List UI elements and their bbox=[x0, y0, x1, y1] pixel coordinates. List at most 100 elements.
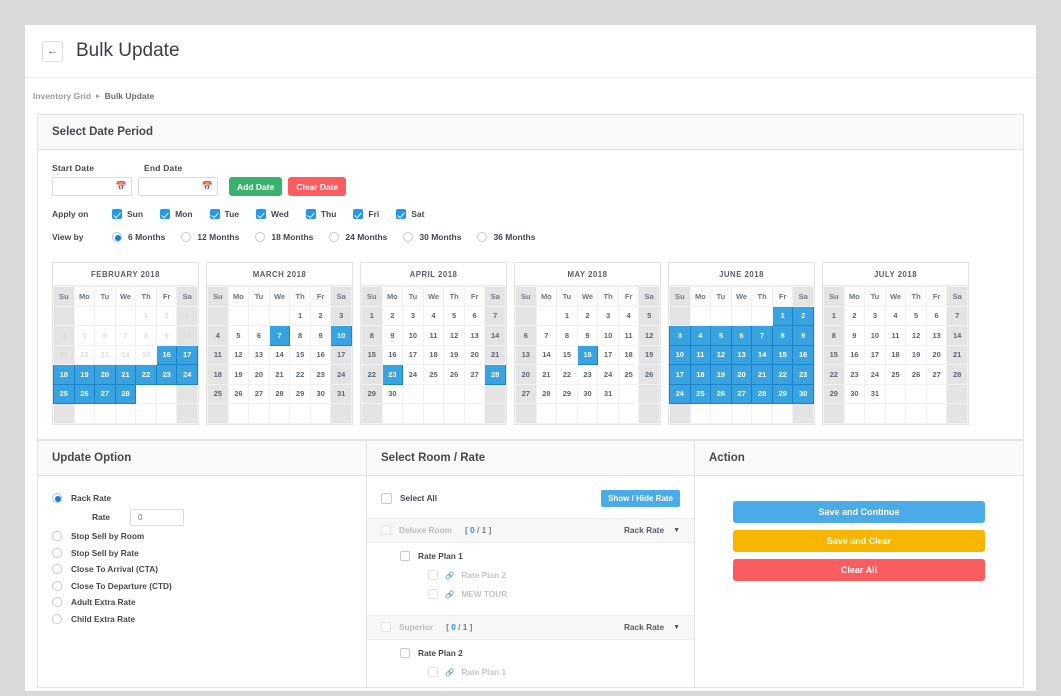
calendar-day[interactable]: 2 bbox=[792, 305, 814, 326]
calendar-day[interactable]: 18 bbox=[617, 344, 640, 365]
end-date-input[interactable]: 📅 bbox=[138, 177, 218, 196]
calendar-day[interactable]: 22 bbox=[135, 364, 157, 385]
calendar-day[interactable]: 24 bbox=[330, 364, 352, 385]
calendar-day[interactable]: 14 bbox=[946, 325, 968, 346]
view-by-option-18[interactable]: 18 Months bbox=[255, 232, 313, 242]
calendar-day[interactable]: 25 bbox=[689, 383, 712, 404]
view-by-option-36[interactable]: 36 Months bbox=[477, 232, 535, 242]
calendar-day[interactable]: 9 bbox=[155, 325, 178, 346]
day-checkbox-fri[interactable]: Fri bbox=[353, 209, 379, 219]
calendar-day[interactable]: 14 bbox=[751, 344, 773, 365]
calendar-day[interactable]: 11 bbox=[884, 325, 907, 346]
calendar-day[interactable]: 12 bbox=[905, 325, 927, 346]
calendar-day[interactable]: 8 bbox=[823, 325, 845, 346]
update-option-radio[interactable]: Close To Arrival (CTA) bbox=[52, 561, 352, 578]
calendar-day[interactable]: 24 bbox=[597, 364, 619, 385]
calendar-day[interactable]: 28 bbox=[268, 383, 291, 404]
calendar-day[interactable]: 16 bbox=[843, 344, 866, 365]
calendar-day[interactable]: 7 bbox=[535, 325, 558, 346]
calendar-day[interactable]: 9 bbox=[381, 325, 404, 346]
day-checkbox-thu[interactable]: Thu bbox=[305, 209, 336, 219]
calendar-day[interactable]: 16 bbox=[792, 344, 814, 365]
day-checkbox-mon[interactable]: Mon bbox=[160, 209, 193, 219]
show-hide-rate-button[interactable]: Show / Hide Rate bbox=[601, 489, 680, 507]
calendar-day[interactable]: 5 bbox=[443, 305, 465, 326]
calendar-day[interactable]: 19 bbox=[443, 344, 465, 365]
calendar-day[interactable]: 23 bbox=[576, 364, 599, 385]
calendar-day[interactable]: 17 bbox=[176, 344, 198, 365]
calendar-day[interactable]: 26 bbox=[710, 383, 732, 404]
update-option-radio[interactable]: Stop Sell by Room bbox=[52, 528, 352, 545]
calendar-day[interactable]: 12 bbox=[227, 344, 250, 365]
calendar-day[interactable]: 18 bbox=[53, 364, 75, 385]
room-row[interactable]: Deluxe Room [ 0 / 1 ] Rack Rate ▼ bbox=[367, 517, 694, 543]
calendar-day[interactable]: 16 bbox=[576, 344, 599, 365]
calendar-day[interactable]: 5 bbox=[638, 305, 660, 326]
update-option-radio[interactable]: Rack Rate bbox=[52, 490, 352, 507]
calendar-day[interactable]: 14 bbox=[484, 325, 506, 346]
calendar-day[interactable]: 20 bbox=[730, 364, 753, 385]
calendar-day[interactable]: 28 bbox=[114, 383, 137, 404]
start-date-input[interactable]: 📅 bbox=[52, 177, 132, 196]
calendar-day[interactable]: 23 bbox=[843, 364, 866, 385]
calendar-day[interactable]: 4 bbox=[689, 325, 712, 346]
calendar-day[interactable]: 4 bbox=[422, 305, 445, 326]
calendar-day[interactable]: 8 bbox=[556, 325, 578, 346]
calendar-day[interactable]: 19 bbox=[905, 344, 927, 365]
room-rate-dropdown[interactable]: Rack Rate ▼ bbox=[624, 525, 680, 535]
calendar-day[interactable]: 15 bbox=[361, 344, 383, 365]
calendar-day[interactable]: 13 bbox=[94, 344, 116, 365]
calendar-day[interactable]: 15 bbox=[823, 344, 845, 365]
calendar-day[interactable]: 3 bbox=[330, 305, 352, 326]
calendar-day[interactable]: 1 bbox=[289, 305, 311, 326]
calendar-day[interactable]: 13 bbox=[925, 325, 948, 346]
calendar-day[interactable]: 2 bbox=[843, 305, 866, 326]
calendar-day[interactable]: 8 bbox=[289, 325, 311, 346]
calendar-day[interactable]: 30 bbox=[309, 383, 332, 404]
calendar-day[interactable]: 2 bbox=[155, 305, 178, 326]
calendar-day[interactable]: 25 bbox=[207, 383, 229, 404]
calendar-day[interactable]: 6 bbox=[248, 325, 270, 346]
calendar-day[interactable]: 31 bbox=[597, 383, 619, 404]
calendar-day[interactable]: 12 bbox=[710, 344, 732, 365]
calendar-day[interactable]: 1 bbox=[361, 305, 383, 326]
calendar-day[interactable]: 9 bbox=[792, 325, 814, 346]
calendar-day[interactable]: 27 bbox=[925, 364, 948, 385]
calendar-day[interactable]: 6 bbox=[730, 325, 753, 346]
update-option-radio[interactable]: Child Extra Rate bbox=[52, 611, 352, 628]
rate-plan-row[interactable]: Rate Plan 2 bbox=[400, 643, 680, 663]
calendar-day[interactable]: 13 bbox=[515, 344, 537, 365]
calendar-day[interactable]: 31 bbox=[330, 383, 352, 404]
room-checkbox[interactable] bbox=[381, 622, 391, 632]
calendar-day[interactable]: 2 bbox=[309, 305, 332, 326]
linked-rate-plan-checkbox[interactable] bbox=[428, 667, 438, 677]
room-rate-dropdown[interactable]: Rack Rate ▼ bbox=[624, 622, 680, 632]
calendar-day[interactable]: 4 bbox=[884, 305, 907, 326]
calendar-day[interactable]: 19 bbox=[73, 364, 96, 385]
calendar-day[interactable]: 25 bbox=[884, 364, 907, 385]
calendar-day[interactable]: 30 bbox=[576, 383, 599, 404]
calendar-day[interactable]: 1 bbox=[823, 305, 845, 326]
calendar-day[interactable]: 1 bbox=[771, 305, 794, 326]
calendar-day[interactable]: 20 bbox=[463, 344, 486, 365]
calendar-day[interactable]: 5 bbox=[710, 325, 732, 346]
calendar-day[interactable]: 21 bbox=[114, 364, 137, 385]
calendar-day[interactable]: 2 bbox=[381, 305, 404, 326]
calendar-day[interactable]: 26 bbox=[227, 383, 250, 404]
calendar-day[interactable]: 30 bbox=[843, 383, 866, 404]
calendar-day[interactable]: 26 bbox=[443, 364, 465, 385]
calendar-day[interactable]: 21 bbox=[946, 344, 968, 365]
calendar-day[interactable]: 29 bbox=[361, 383, 383, 404]
calendar-day[interactable]: 18 bbox=[207, 364, 229, 385]
calendar-day[interactable]: 13 bbox=[248, 344, 270, 365]
calendar-day[interactable]: 14 bbox=[268, 344, 291, 365]
calendar-day[interactable]: 27 bbox=[248, 383, 270, 404]
calendar-day[interactable]: 16 bbox=[309, 344, 332, 365]
calendar-day[interactable]: 27 bbox=[730, 383, 753, 404]
calendar-day[interactable]: 11 bbox=[207, 344, 229, 365]
rate-plan-checkbox[interactable] bbox=[400, 647, 410, 658]
action-button-clear-all[interactable]: Clear All bbox=[733, 558, 985, 581]
update-option-radio[interactable]: Close To Departure (CTD) bbox=[52, 578, 352, 595]
calendar-day[interactable]: 17 bbox=[330, 344, 352, 365]
calendar-day[interactable]: 16 bbox=[381, 344, 404, 365]
